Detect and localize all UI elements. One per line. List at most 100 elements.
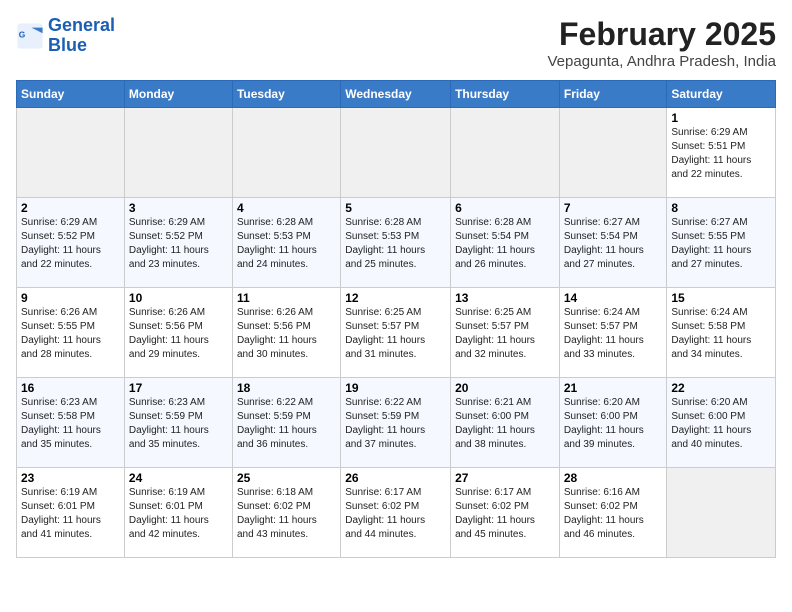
day-number: 8: [671, 201, 771, 215]
day-number: 9: [21, 291, 120, 305]
calendar-cell: 9Sunrise: 6:26 AM Sunset: 5:55 PM Daylig…: [17, 288, 125, 378]
calendar-cell: 5Sunrise: 6:28 AM Sunset: 5:53 PM Daylig…: [341, 198, 451, 288]
calendar-week-5: 23Sunrise: 6:19 AM Sunset: 6:01 PM Dayli…: [17, 468, 776, 558]
calendar-cell: 23Sunrise: 6:19 AM Sunset: 6:01 PM Dayli…: [17, 468, 125, 558]
day-info: Sunrise: 6:26 AM Sunset: 5:56 PM Dayligh…: [237, 306, 336, 362]
day-number: 20: [455, 381, 555, 395]
calendar-cell: 11Sunrise: 6:26 AM Sunset: 5:56 PM Dayli…: [232, 288, 340, 378]
calendar-cell: 27Sunrise: 6:17 AM Sunset: 6:02 PM Dayli…: [451, 468, 560, 558]
day-info: Sunrise: 6:18 AM Sunset: 6:02 PM Dayligh…: [237, 486, 336, 542]
day-info: Sunrise: 6:16 AM Sunset: 6:02 PM Dayligh…: [564, 486, 663, 542]
day-info: Sunrise: 6:27 AM Sunset: 5:54 PM Dayligh…: [564, 216, 663, 272]
day-info: Sunrise: 6:17 AM Sunset: 6:02 PM Dayligh…: [345, 486, 446, 542]
calendar-cell: 13Sunrise: 6:25 AM Sunset: 5:57 PM Dayli…: [451, 288, 560, 378]
col-saturday: Saturday: [667, 81, 776, 108]
logo: G General Blue: [16, 16, 115, 56]
day-info: Sunrise: 6:26 AM Sunset: 5:56 PM Dayligh…: [129, 306, 228, 362]
calendar-cell: 26Sunrise: 6:17 AM Sunset: 6:02 PM Dayli…: [341, 468, 451, 558]
calendar-cell: 7Sunrise: 6:27 AM Sunset: 5:54 PM Daylig…: [559, 198, 667, 288]
calendar-week-4: 16Sunrise: 6:23 AM Sunset: 5:58 PM Dayli…: [17, 378, 776, 468]
day-info: Sunrise: 6:19 AM Sunset: 6:01 PM Dayligh…: [21, 486, 120, 542]
col-sunday: Sunday: [17, 81, 125, 108]
day-info: Sunrise: 6:20 AM Sunset: 6:00 PM Dayligh…: [671, 396, 771, 452]
day-info: Sunrise: 6:26 AM Sunset: 5:55 PM Dayligh…: [21, 306, 120, 362]
top-row: G General Blue February 2025 Vepagunta, …: [16, 16, 776, 72]
calendar-week-1: 1Sunrise: 6:29 AM Sunset: 5:51 PM Daylig…: [17, 108, 776, 198]
col-friday: Friday: [559, 81, 667, 108]
day-number: 22: [671, 381, 771, 395]
day-info: Sunrise: 6:23 AM Sunset: 5:58 PM Dayligh…: [21, 396, 120, 452]
day-number: 14: [564, 291, 663, 305]
day-number: 19: [345, 381, 446, 395]
calendar-header: Sunday Monday Tuesday Wednesday Thursday…: [17, 81, 776, 108]
calendar-cell: [341, 108, 451, 198]
col-thursday: Thursday: [451, 81, 560, 108]
day-number: 15: [671, 291, 771, 305]
calendar-cell: 24Sunrise: 6:19 AM Sunset: 6:01 PM Dayli…: [124, 468, 232, 558]
day-info: Sunrise: 6:22 AM Sunset: 5:59 PM Dayligh…: [345, 396, 446, 452]
calendar-week-3: 9Sunrise: 6:26 AM Sunset: 5:55 PM Daylig…: [17, 288, 776, 378]
calendar-cell: 3Sunrise: 6:29 AM Sunset: 5:52 PM Daylig…: [124, 198, 232, 288]
day-number: 13: [455, 291, 555, 305]
day-number: 28: [564, 471, 663, 485]
day-number: 5: [345, 201, 446, 215]
day-info: Sunrise: 6:27 AM Sunset: 5:55 PM Dayligh…: [671, 216, 771, 272]
calendar-cell: [232, 108, 340, 198]
day-number: 10: [129, 291, 228, 305]
calendar-cell: [559, 108, 667, 198]
calendar-cell: 28Sunrise: 6:16 AM Sunset: 6:02 PM Dayli…: [559, 468, 667, 558]
day-info: Sunrise: 6:28 AM Sunset: 5:53 PM Dayligh…: [237, 216, 336, 272]
day-number: 18: [237, 381, 336, 395]
day-number: 7: [564, 201, 663, 215]
calendar-cell: 1Sunrise: 6:29 AM Sunset: 5:51 PM Daylig…: [667, 108, 776, 198]
calendar-cell: 22Sunrise: 6:20 AM Sunset: 6:00 PM Dayli…: [667, 378, 776, 468]
day-info: Sunrise: 6:28 AM Sunset: 5:53 PM Dayligh…: [345, 216, 446, 272]
day-info: Sunrise: 6:29 AM Sunset: 5:51 PM Dayligh…: [671, 126, 771, 182]
col-monday: Monday: [124, 81, 232, 108]
day-info: Sunrise: 6:24 AM Sunset: 5:58 PM Dayligh…: [671, 306, 771, 362]
calendar-cell: 15Sunrise: 6:24 AM Sunset: 5:58 PM Dayli…: [667, 288, 776, 378]
calendar-week-2: 2Sunrise: 6:29 AM Sunset: 5:52 PM Daylig…: [17, 198, 776, 288]
day-info: Sunrise: 6:25 AM Sunset: 5:57 PM Dayligh…: [455, 306, 555, 362]
day-number: 21: [564, 381, 663, 395]
calendar-cell: 21Sunrise: 6:20 AM Sunset: 6:00 PM Dayli…: [559, 378, 667, 468]
calendar-cell: 12Sunrise: 6:25 AM Sunset: 5:57 PM Dayli…: [341, 288, 451, 378]
day-number: 27: [455, 471, 555, 485]
calendar-cell: 17Sunrise: 6:23 AM Sunset: 5:59 PM Dayli…: [124, 378, 232, 468]
calendar-cell: [124, 108, 232, 198]
day-info: Sunrise: 6:20 AM Sunset: 6:00 PM Dayligh…: [564, 396, 663, 452]
calendar-cell: 14Sunrise: 6:24 AM Sunset: 5:57 PM Dayli…: [559, 288, 667, 378]
calendar-cell: [17, 108, 125, 198]
calendar-table: Sunday Monday Tuesday Wednesday Thursday…: [16, 80, 776, 558]
day-number: 4: [237, 201, 336, 215]
day-info: Sunrise: 6:19 AM Sunset: 6:01 PM Dayligh…: [129, 486, 228, 542]
day-info: Sunrise: 6:25 AM Sunset: 5:57 PM Dayligh…: [345, 306, 446, 362]
calendar-cell: 20Sunrise: 6:21 AM Sunset: 6:00 PM Dayli…: [451, 378, 560, 468]
day-info: Sunrise: 6:29 AM Sunset: 5:52 PM Dayligh…: [21, 216, 120, 272]
day-number: 26: [345, 471, 446, 485]
day-number: 3: [129, 201, 228, 215]
subtitle: Vepagunta, Andhra Pradesh, India: [547, 53, 776, 70]
calendar-cell: 25Sunrise: 6:18 AM Sunset: 6:02 PM Dayli…: [232, 468, 340, 558]
header-row: Sunday Monday Tuesday Wednesday Thursday…: [17, 81, 776, 108]
calendar-cell: [451, 108, 560, 198]
day-number: 12: [345, 291, 446, 305]
calendar-cell: 18Sunrise: 6:22 AM Sunset: 5:59 PM Dayli…: [232, 378, 340, 468]
col-tuesday: Tuesday: [232, 81, 340, 108]
logo-line1: General: [48, 16, 115, 36]
day-number: 24: [129, 471, 228, 485]
day-number: 6: [455, 201, 555, 215]
calendar-cell: 4Sunrise: 6:28 AM Sunset: 5:53 PM Daylig…: [232, 198, 340, 288]
svg-text:G: G: [19, 29, 26, 39]
calendar-cell: 10Sunrise: 6:26 AM Sunset: 5:56 PM Dayli…: [124, 288, 232, 378]
day-number: 16: [21, 381, 120, 395]
day-info: Sunrise: 6:24 AM Sunset: 5:57 PM Dayligh…: [564, 306, 663, 362]
day-info: Sunrise: 6:17 AM Sunset: 6:02 PM Dayligh…: [455, 486, 555, 542]
day-info: Sunrise: 6:28 AM Sunset: 5:54 PM Dayligh…: [455, 216, 555, 272]
logo-icon: G: [16, 22, 44, 50]
calendar-cell: [667, 468, 776, 558]
logo-line2: Blue: [48, 36, 115, 56]
day-info: Sunrise: 6:23 AM Sunset: 5:59 PM Dayligh…: [129, 396, 228, 452]
calendar-cell: 8Sunrise: 6:27 AM Sunset: 5:55 PM Daylig…: [667, 198, 776, 288]
day-number: 23: [21, 471, 120, 485]
